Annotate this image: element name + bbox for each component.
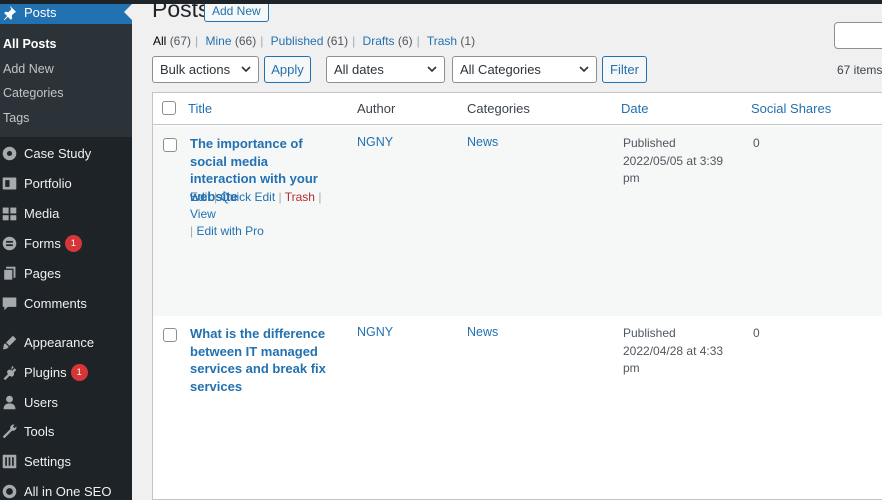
sidebar-item-label: Users: [24, 394, 58, 410]
submenu-add-new[interactable]: Add New: [3, 62, 54, 76]
chevron-down-icon: [579, 66, 589, 73]
sidebar-item-appearance[interactable]: Appearance: [0, 328, 132, 356]
submenu-all-posts[interactable]: All Posts: [3, 37, 57, 51]
post-author-link[interactable]: NGNY: [357, 325, 393, 339]
post-date: Published 2022/04/28 at 4:33 pm: [623, 326, 724, 375]
post-social-shares: 0: [753, 136, 760, 150]
pages-icon: [0, 263, 22, 283]
quick-edit-link[interactable]: Quick Edit: [220, 190, 275, 204]
sidebar-item-label: Portfolio: [24, 175, 72, 191]
table-row: What is the difference between IT manage…: [153, 316, 882, 500]
edit-link[interactable]: Edit: [190, 190, 211, 204]
post-category-link[interactable]: News: [467, 325, 498, 339]
forms-icon: [0, 233, 22, 253]
sidebar-item-label: Plugins: [24, 364, 67, 380]
post-author-link[interactable]: NGNY: [357, 135, 393, 149]
filter-published[interactable]: Published (61): [271, 34, 348, 48]
sidebar-item-forms[interactable]: Forms 1: [0, 229, 132, 257]
notification-badge: 1: [70, 363, 88, 381]
category-filter-select[interactable]: All Categories: [452, 56, 597, 83]
filter-trash[interactable]: Trash (1): [427, 34, 475, 48]
admin-bar: [0, 0, 882, 4]
column-categories: Categories: [467, 101, 530, 116]
submenu-tags[interactable]: Tags: [3, 111, 29, 125]
select-all-checkbox[interactable]: [162, 101, 176, 115]
media-icon: [0, 203, 22, 223]
post-category-link[interactable]: News: [467, 135, 498, 149]
sidebar-item-label: Pages: [24, 265, 61, 281]
filter-all[interactable]: All (67): [153, 34, 191, 48]
sidebar-item-portfolio[interactable]: Portfolio: [0, 169, 132, 197]
table-row: The importance of social media interacti…: [153, 126, 882, 316]
view-link[interactable]: View: [190, 207, 216, 221]
edit-with-pro-link[interactable]: Edit with Pro: [196, 224, 263, 238]
plugins-icon: [0, 362, 22, 382]
settings-icon: [0, 451, 22, 471]
active-arrow: [124, 4, 132, 20]
users-icon: [0, 392, 22, 412]
portfolio-icon: [0, 143, 22, 163]
sidebar-item-comments[interactable]: Comments: [0, 289, 132, 317]
portfolio-icon: [0, 173, 22, 193]
notification-badge: 1: [64, 234, 82, 252]
tools-icon: [0, 421, 22, 441]
sidebar-item-users[interactable]: Users: [0, 388, 132, 416]
filter-button[interactable]: Filter: [602, 56, 647, 83]
comments-icon: [0, 293, 22, 313]
submenu-categories[interactable]: Categories: [3, 86, 63, 100]
seo-icon: [0, 481, 22, 500]
row-actions: Edit | Quick Edit | Trash | View | Edit w…: [190, 190, 322, 238]
column-date[interactable]: Date: [621, 101, 648, 116]
apply-button[interactable]: Apply: [264, 56, 311, 83]
date-filter-select[interactable]: All dates: [326, 56, 445, 83]
sidebar-item-label: All in One SEO: [24, 483, 112, 499]
sidebar-item-tools[interactable]: Tools: [0, 417, 132, 445]
appearance-icon: [0, 332, 22, 352]
sidebar-item-label: Appearance: [24, 334, 95, 350]
sidebar-item-label: Case Study: [24, 145, 92, 161]
sidebar-item-label: Settings: [24, 453, 71, 469]
row-checkbox[interactable]: [163, 328, 177, 342]
post-social-shares: 0: [753, 326, 760, 340]
column-social-shares[interactable]: Social Shares: [751, 101, 831, 116]
sidebar-item-plugins[interactable]: Plugins 1: [0, 358, 132, 386]
sidebar-item-all-in-one-seo[interactable]: All in One SEO: [0, 477, 132, 500]
filter-mine[interactable]: Mine (66): [206, 34, 257, 48]
sidebar-item-label: Tools: [24, 423, 55, 439]
filter-drafts[interactable]: Drafts (6): [363, 34, 413, 48]
sidebar-item-media[interactable]: Media: [0, 199, 132, 227]
status-filter-links: All (67) | Mine (66) | Published (61) | Dra…: [153, 34, 476, 48]
pin-icon: [0, 2, 22, 22]
chevron-down-icon: [427, 66, 437, 73]
posts-submenu: All Posts Add New Categories Tags: [0, 24, 132, 137]
admin-sidebar: Posts All Posts Add New Categories Tags …: [0, 0, 132, 500]
search-posts-input[interactable]: [834, 22, 882, 49]
column-title[interactable]: Title: [188, 101, 212, 116]
column-author: Author: [357, 101, 396, 116]
trash-link[interactable]: Trash: [285, 190, 315, 204]
main-content: Posts Add New All (67) | Mine (66) | Publi…: [132, 0, 882, 500]
items-count: 67 items: [837, 63, 882, 77]
post-date: Published 2022/05/05 at 3:39 pm: [623, 136, 724, 185]
sidebar-item-label: Posts: [24, 4, 57, 20]
row-checkbox[interactable]: [163, 138, 177, 152]
table-header: Title Author Categories Date Social Shar…: [153, 93, 882, 125]
chevron-down-icon: [241, 66, 251, 73]
sidebar-item-case-study[interactable]: Case Study: [0, 139, 132, 167]
posts-table: Title Author Categories Date Social Shar…: [152, 92, 882, 500]
post-title-link[interactable]: What is the difference between IT manage…: [190, 325, 330, 395]
sidebar-item-label: Forms: [24, 235, 61, 251]
bulk-actions-select[interactable]: Bulk actions: [152, 56, 259, 83]
sidebar-item-settings[interactable]: Settings: [0, 447, 132, 475]
sidebar-item-label: Comments: [24, 295, 87, 311]
sidebar-item-label: Media: [24, 205, 60, 221]
sidebar-item-pages[interactable]: Pages: [0, 259, 132, 287]
